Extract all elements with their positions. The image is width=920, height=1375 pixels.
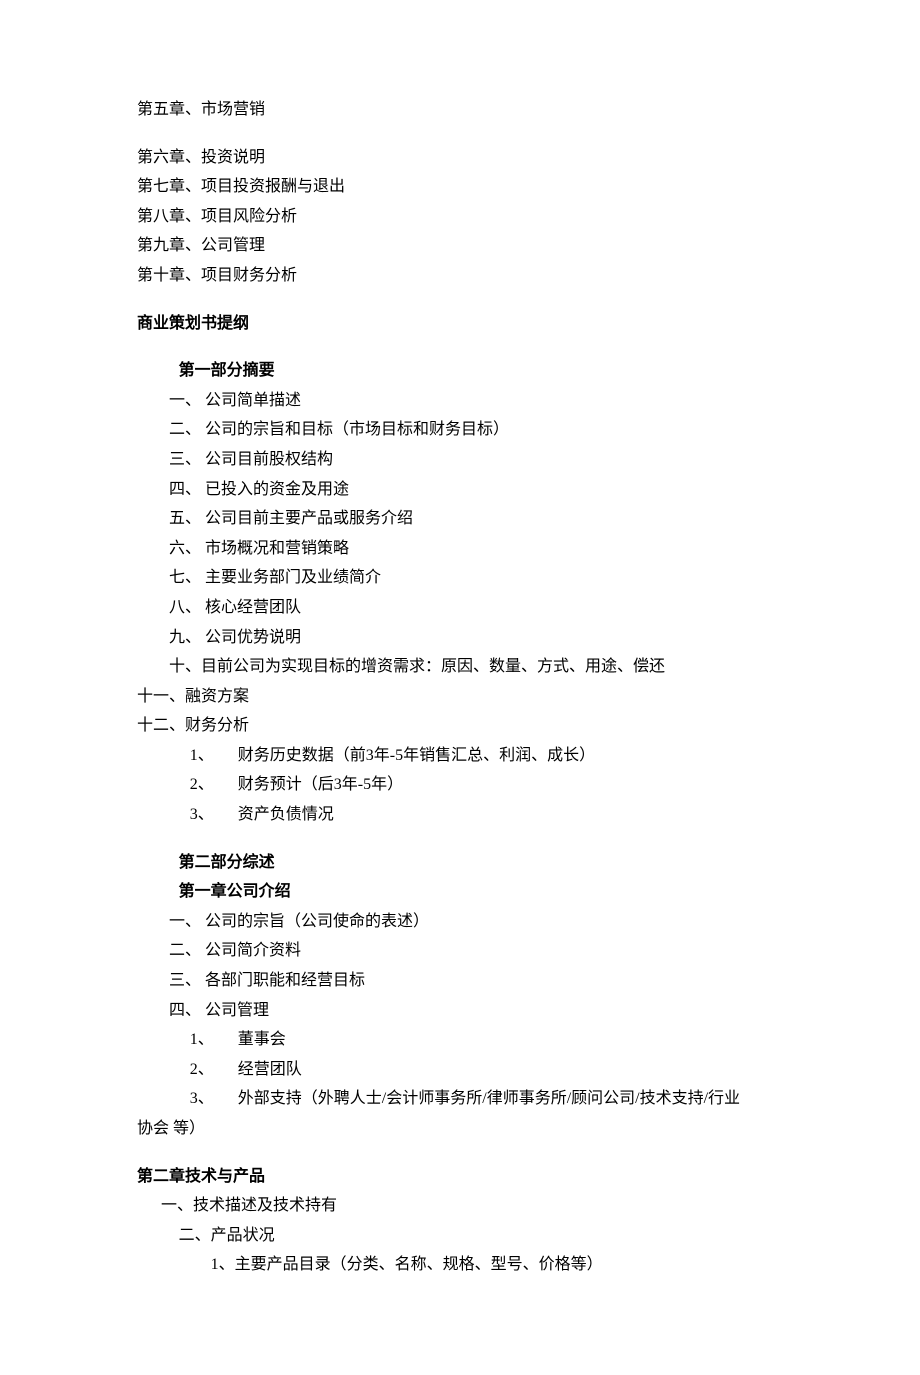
part1-item: 十、目前公司为实现目标的增资需求：原因、数量、方式、用途、偿还 (137, 652, 783, 682)
part1-item: 一、 公司简单描述 (137, 386, 783, 416)
part2-ch1-item: 一、 公司的宗旨（公司使命的表述） (137, 907, 783, 937)
chapter-line: 第八章、项目风险分析 (137, 202, 783, 232)
part1-item-outdent: 十一、融资方案 (137, 682, 783, 712)
part2-ch1-subitem: 3、 外部支持（外聘人士/会计师事务所/律师事务所/顾问公司/技术支持/行业 (137, 1084, 783, 1114)
chapter2-lvl3: 1、主要产品目录（分类、名称、规格、型号、价格等） (137, 1250, 783, 1280)
spacer (137, 125, 783, 143)
part1-item-outdent: 十二、财务分析 (137, 711, 783, 741)
chapter-line: 第六章、投资说明 (137, 143, 783, 173)
part1-item: 二、 公司的宗旨和目标（市场目标和财务目标） (137, 415, 783, 445)
part1-item: 三、 公司目前股权结构 (137, 445, 783, 475)
chapter-line: 第十章、项目财务分析 (137, 261, 783, 291)
chapter2-title: 第二章技术与产品 (137, 1162, 783, 1192)
part2-ch1-subitem: 1、 董事会 (137, 1025, 783, 1055)
part1-item: 八、 核心经营团队 (137, 593, 783, 623)
part1-item: 九、 公司优势说明 (137, 623, 783, 653)
spacer (137, 291, 783, 309)
chapter2-lvl1: 一、技术描述及技术持有 (137, 1191, 783, 1221)
part1-title: 第一部分摘要 (137, 356, 783, 386)
part2-ch1-subitem: 2、 经营团队 (137, 1055, 783, 1085)
part2-ch1-item: 四、 公司管理 (137, 996, 783, 1026)
heading-plan-outline: 商业策划书提纲 (137, 309, 783, 339)
part1-subitem: 1、 财务历史数据（前3年-5年销售汇总、利润、成长） (137, 741, 783, 771)
part1-item: 七、 主要业务部门及业绩简介 (137, 563, 783, 593)
part2-title: 第二部分综述 (137, 848, 783, 878)
chapter-line: 第九章、公司管理 (137, 231, 783, 261)
part1-item: 六、 市场概况和营销策略 (137, 534, 783, 564)
chapter-line: 第七章、项目投资报酬与退出 (137, 172, 783, 202)
chapter2-lvl2: 二、产品状况 (137, 1221, 783, 1251)
part2-chapter1-title: 第一章公司介绍 (137, 877, 783, 907)
part2-ch1-item: 三、 各部门职能和经营目标 (137, 966, 783, 996)
part2-ch1-item: 二、 公司简介资料 (137, 936, 783, 966)
part2-ch1-subitem-tail: 协会 等） (137, 1114, 783, 1144)
spacer (137, 1144, 783, 1162)
part1-item: 五、 公司目前主要产品或服务介绍 (137, 504, 783, 534)
part1-subitem: 2、 财务预计（后3年-5年） (137, 770, 783, 800)
spacer (137, 338, 783, 356)
chapter-line: 第五章、市场营销 (137, 95, 783, 125)
part1-item: 四、 已投入的资金及用途 (137, 475, 783, 505)
part1-subitem: 3、 资产负债情况 (137, 800, 783, 830)
spacer (137, 830, 783, 848)
